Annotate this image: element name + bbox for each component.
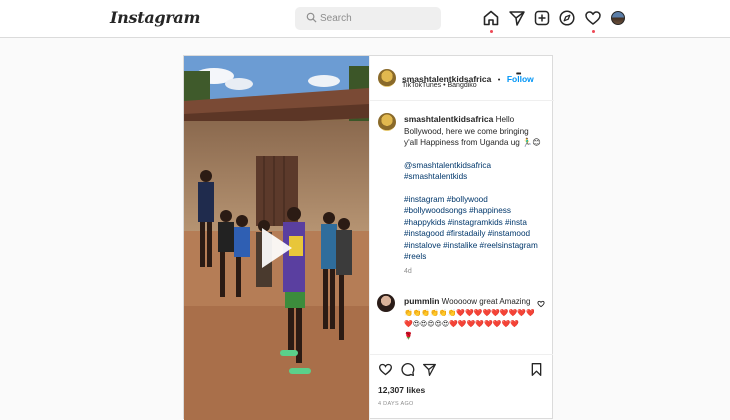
caption-timestamp: 4d [404,267,412,275]
caption-line-1: Hello [495,115,515,124]
share-icon[interactable] [422,362,437,377]
hashtag-line[interactable]: #instagram #bollywood [404,194,544,206]
home-notification-dot [490,30,493,33]
chevron-down-icon[interactable]: ⌄ [171,12,178,21]
post-video[interactable] [184,56,369,420]
new-post-icon[interactable] [533,9,551,27]
explore-icon[interactable] [558,9,576,27]
profile-avatar[interactable] [611,11,625,25]
post-actions: 12,307 likes 4 DAYS AGO [369,354,553,420]
comment-emoji-line: ❤️😍😍😍😍😍❤️❤️❤️❤️❤️❤️❤️❤️ [404,321,519,328]
author-avatar[interactable] [378,69,396,87]
search-box[interactable] [295,7,441,30]
direct-icon[interactable] [508,9,526,27]
like-heart-icon[interactable] [378,362,393,377]
video-frame-scene [184,56,369,420]
search-input[interactable] [320,7,430,30]
hashtag-line[interactable]: #reels [404,251,544,263]
hashtag-line[interactable]: #instalove #instalike #reelsinstagram [404,240,544,252]
caption-line-3: y'all Happiness from Uganda ug 🏃‍♂️😊 [404,138,541,147]
comment-icon[interactable] [400,362,415,377]
post-caption: smashtalentkidsafrica Hello Bollywood, h… [404,114,544,277]
comment-text: Wooooow great Amazing [441,297,531,306]
comment-emoji-line: 👏👏👏👏👏👏❤️❤️❤️❤️❤️❤️❤️❤️❤️ [404,309,534,317]
comment-like-heart-icon[interactable] [537,300,545,308]
instagram-logo[interactable]: Instagram [110,8,200,27]
activity-notification-dot [592,30,595,33]
comment: pummlin Wooooow great Amazing 👏👏👏👏👏👏❤️❤️… [404,296,534,342]
home-icon[interactable] [482,9,500,27]
hashtag-line[interactable]: #instagood #firstadaily #instamood [404,228,544,240]
separator-dot: • [497,75,501,84]
save-bookmark-icon[interactable] [530,362,543,377]
likes-count[interactable]: 12,307 likes [378,385,425,395]
mention-link[interactable]: @smashtalentkidsafrica [404,160,544,172]
post-header: smashtalentkidsafrica • Follow TikTokTun… [370,56,554,101]
more-options-icon[interactable]: ••• [516,71,521,78]
hashtag-link[interactable]: #smashtalentkids [404,171,544,183]
comment-username[interactable]: pummlin [404,296,439,306]
caption-username[interactable]: smashtalentkidsafrica [404,114,493,124]
caption-line-2: Bollywood, here we come bringing [404,126,529,136]
post-card: smashtalentkidsafrica • Follow TikTokTun… [183,55,554,420]
top-navigation-bar: Instagram ⌄ [0,0,730,38]
hashtag-line[interactable]: #bollywoodsongs #happiness [404,205,544,217]
post-location[interactable]: TikTokTunes • Bangdiko [402,82,477,89]
hashtag-line[interactable]: #happykids #instagramkids #insta [404,217,544,229]
comment-avatar[interactable] [377,294,395,312]
activity-heart-icon[interactable] [584,9,602,27]
caption-author-avatar[interactable] [378,113,396,131]
search-icon [306,12,317,23]
post-timestamp[interactable]: 4 DAYS AGO [378,401,414,407]
comment-emoji-line: 🌹 [404,332,413,340]
